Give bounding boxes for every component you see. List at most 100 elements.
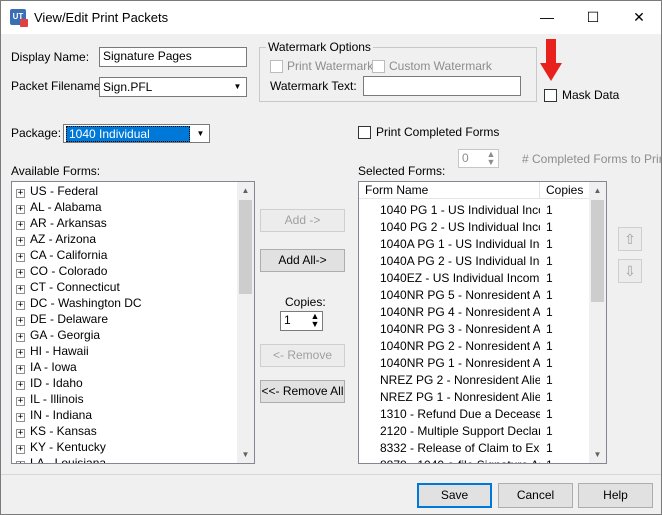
remove-button[interactable]: <- Remove [260,344,345,367]
expand-icon[interactable]: + [16,237,25,246]
cancel-button[interactable]: Cancel [498,483,573,508]
mask-data-checkbox[interactable] [544,89,557,102]
table-row[interactable]: 2120 - Multiple Support Declara... 1 [359,424,589,441]
watermark-text-input[interactable] [363,76,521,96]
expand-icon[interactable]: + [16,445,25,454]
add-button[interactable]: Add -> [260,209,345,232]
packet-filename-select[interactable]: Sign.PFL ▼ [99,77,247,97]
table-row[interactable]: 1040NR PG 2 - Nonresident Ali... 1 [359,339,589,356]
tree-item[interactable]: + AL - Alabama [16,200,102,216]
selected-forms-list[interactable]: Form Name Copies 1040 PG 1 - US Individu… [358,181,607,464]
expand-icon[interactable]: + [16,189,25,198]
copies-spinner[interactable]: 1 ▲ ▼ [280,311,323,331]
table-row[interactable]: 1040 PG 2 - US Individual Inco... 1 [359,220,589,237]
tree-item[interactable]: + CA - California [16,248,107,264]
tree-item[interactable]: + DE - Delaware [16,312,108,328]
expand-icon[interactable]: + [16,365,25,374]
tree-item[interactable]: + CO - Colorado [16,264,107,280]
completed-count-spinner[interactable]: 0 ▲ ▼ [458,149,499,168]
remove-all-button[interactable]: <<- Remove All [260,380,345,403]
form-name-column-header[interactable]: Form Name [359,182,540,199]
scroll-up-icon[interactable]: ▲ [237,182,254,199]
table-row[interactable]: 8878 - 1040 e-file Signature Aut... 1 [359,458,589,463]
tree-item[interactable]: + GA - Georgia [16,328,100,344]
available-forms-scrollbar[interactable]: ▲ ▼ [237,182,254,463]
table-row[interactable]: 1040EZ - US Individual Incom... 1 [359,271,589,288]
expand-icon[interactable]: + [16,349,25,358]
selected-forms-scrollbar[interactable]: ▲ ▼ [589,182,606,463]
tree-item[interactable]: + IN - Indiana [16,408,92,424]
expand-icon[interactable]: + [16,253,25,262]
print-completed-forms-checkbox[interactable] [358,126,371,139]
move-up-arrow-icon[interactable]: ⇧ [618,227,642,251]
table-row[interactable]: 1040A PG 1 - US Individual Inc... 1 [359,237,589,254]
table-row[interactable]: 1040 PG 1 - US Individual Inco... 1 [359,203,589,220]
package-select[interactable]: 1040 Individual ▼ [63,124,210,143]
tree-item[interactable]: + ID - Idaho [16,376,83,392]
table-row[interactable]: 1040NR PG 3 - Nonresident Ali... 1 [359,322,589,339]
maximize-button[interactable]: ☐ [570,1,616,34]
expand-icon[interactable]: + [16,397,25,406]
expand-icon[interactable]: + [16,301,25,310]
tree-item-label: HI - Hawaii [30,344,89,358]
custom-watermark-checkbox[interactable] [372,60,385,73]
minimize-button[interactable]: — [524,1,570,34]
tree-item-label: IA - Iowa [30,360,77,374]
expand-icon[interactable]: + [16,317,25,326]
scroll-thumb[interactable] [239,200,252,294]
table-row[interactable]: 1040NR PG 1 - Nonresident Ali... 1 [359,356,589,373]
scroll-down-icon[interactable]: ▼ [237,446,254,463]
spinner-arrows-icon: ▲ ▼ [310,311,320,329]
tree-item[interactable]: + CT - Connecticut [16,280,120,296]
expand-icon[interactable]: + [16,285,25,294]
tree-item[interactable]: + US - Federal [16,184,98,200]
table-row[interactable]: NREZ PG 2 - Nonresident Alien... 1 [359,373,589,390]
copies-label: Copies: [285,295,326,309]
expand-icon[interactable]: + [16,221,25,230]
display-name-input[interactable]: Signature Pages [99,47,247,67]
copies-cell: 1 [546,254,553,268]
copies-cell: 1 [546,441,553,455]
add-all-button[interactable]: Add All-> [260,249,345,272]
expand-icon[interactable]: + [16,269,25,278]
expand-icon[interactable]: + [16,461,25,463]
tree-item[interactable]: + IL - Illinois [16,392,84,408]
expand-icon[interactable]: + [16,333,25,342]
table-row[interactable]: 8332 - Release of Claim to Exe... 1 [359,441,589,458]
table-row[interactable]: 1040A PG 2 - US Individual Inc... 1 [359,254,589,271]
scroll-down-icon[interactable]: ▼ [589,446,606,463]
tree-item[interactable]: + KY - Kentucky [16,440,106,456]
tree-item[interactable]: + HI - Hawaii [16,344,89,360]
form-name-cell: 1040A PG 2 - US Individual Inc... [380,254,540,268]
copies-cell: 1 [546,407,553,421]
tree-item[interactable]: + KS - Kansas [16,424,97,440]
tree-item-label: IN - Indiana [30,408,93,422]
table-row[interactable]: 1040NR PG 4 - Nonresident Ali... 1 [359,305,589,322]
tree-item-label: US - Federal [30,184,99,198]
copies-column-header[interactable]: Copies [540,182,590,199]
expand-icon[interactable]: + [16,205,25,214]
table-row[interactable]: 1040NR PG 5 - Nonresident Ali... 1 [359,288,589,305]
expand-icon[interactable]: + [16,413,25,422]
help-button[interactable]: Help [578,483,653,508]
tree-item[interactable]: + LA - Louisiana [16,456,107,464]
expand-icon[interactable]: + [16,381,25,390]
table-row[interactable]: 1310 - Refund Due a Decease... 1 [359,407,589,424]
expand-icon[interactable]: + [16,429,25,438]
available-forms-tree[interactable]: + US - Federal + AL - Alabama + AR - Arkansas… [11,181,255,464]
form-name-cell: 1310 - Refund Due a Decease... [380,407,540,421]
scroll-up-icon[interactable]: ▲ [589,182,606,199]
tree-item[interactable]: + DC - Washington DC [16,296,142,312]
scroll-thumb[interactable] [591,200,604,302]
tree-item[interactable]: + AZ - Arizona [16,232,96,248]
save-button[interactable]: Save [417,483,492,508]
tree-item-label: LA - Louisiana [30,456,107,464]
move-down-arrow-icon[interactable]: ⇩ [618,259,642,283]
print-watermark-checkbox[interactable] [270,60,283,73]
tree-item-label: IL - Illinois [30,392,84,406]
tree-item-label: DE - Delaware [30,312,109,326]
tree-item[interactable]: + AR - Arkansas [16,216,107,232]
tree-item[interactable]: + IA - Iowa [16,360,77,376]
table-row[interactable]: NREZ PG 1 - Nonresident Alien... 1 [359,390,589,407]
close-button[interactable]: ✕ [616,1,662,34]
